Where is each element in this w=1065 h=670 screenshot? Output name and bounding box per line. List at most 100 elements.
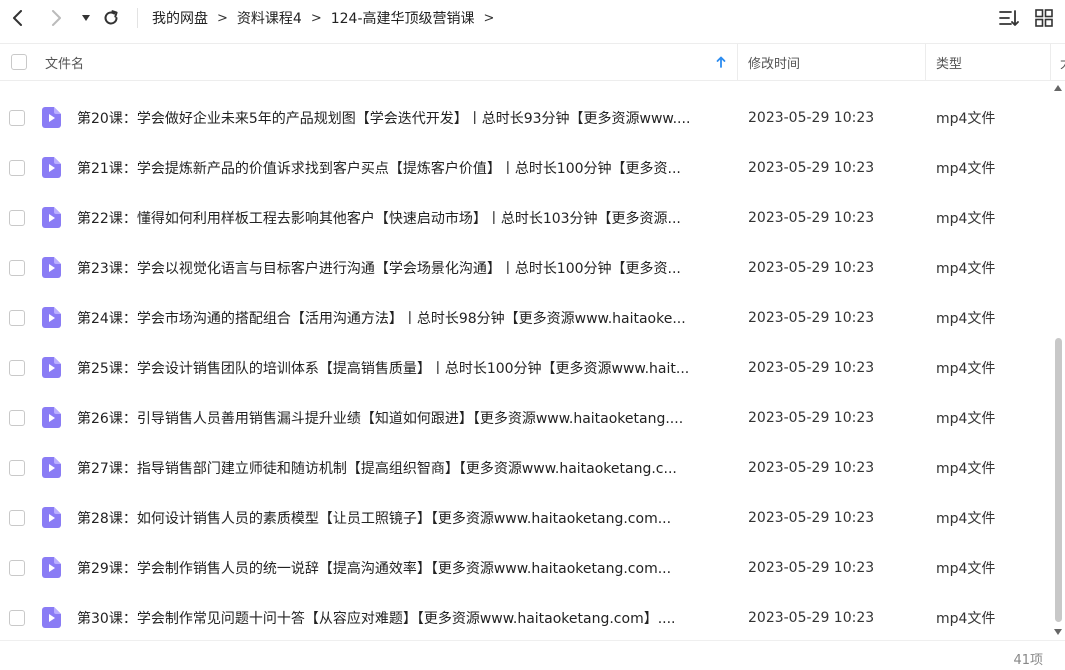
file-row[interactable]: 第21课：学会提炼新产品的价值诉求找到客户买点【提炼客户价值】丨总时长100分钟…	[0, 143, 1050, 193]
refresh-icon	[104, 10, 118, 25]
file-row[interactable]: 第27课：指导销售部门建立师徒和随访机制【提高组织智商】【更多资源www.hai…	[0, 443, 1050, 493]
status-bar: 41项	[0, 640, 1065, 670]
file-row[interactable]: 第26课：引导销售人员善用销售漏斗提升业绩【知道如何跟进】【更多资源www.ha…	[0, 393, 1050, 443]
file-name[interactable]: 第22课：懂得如何利用样板工程去影响其他客户【快速启动市场】丨总时长103分钟【…	[77, 193, 732, 243]
row-checkbox[interactable]	[9, 210, 25, 226]
video-file-icon	[42, 557, 61, 578]
file-row[interactable]: 第24课：学会市场沟通的搭配组合【活用沟通方法】丨总时长98分钟【更多资源www…	[0, 293, 1050, 343]
video-file-icon	[42, 157, 61, 178]
file-modified-time: 2023-05-29 10:23	[748, 360, 875, 376]
file-modified-time: 2023-05-29 10:23	[748, 510, 875, 526]
sort-ascending-indicator[interactable]	[716, 44, 726, 80]
file-modified-time: 2023-05-29 10:23	[748, 460, 875, 476]
row-checkbox[interactable]	[9, 160, 25, 176]
file-name[interactable]: 第26课：引导销售人员善用销售漏斗提升业绩【知道如何跟进】【更多资源www.ha…	[77, 393, 732, 443]
file-name[interactable]: 第20课：学会做好企业未来5年的产品规划图【学会迭代开发】丨总时长93分钟【更多…	[77, 93, 732, 143]
file-type: mp4文件	[936, 261, 996, 277]
row-checkbox[interactable]	[9, 360, 25, 376]
select-all-checkbox[interactable]	[11, 54, 27, 70]
file-type: mp4文件	[936, 561, 996, 577]
sort-menu-button[interactable]	[997, 7, 1021, 29]
refresh-button[interactable]	[99, 6, 123, 30]
row-checkbox[interactable]	[9, 460, 25, 476]
file-modified-time: 2023-05-29 10:23	[748, 260, 875, 276]
caret-down-icon	[1054, 629, 1062, 635]
row-checkbox[interactable]	[9, 410, 25, 426]
breadcrumb-separator: >	[310, 10, 322, 26]
file-type: mp4文件	[936, 411, 996, 427]
file-modified-time: 2023-05-29 10:23	[748, 160, 875, 176]
video-file-icon	[42, 257, 61, 278]
scrollbar-thumb[interactable]	[1055, 338, 1062, 622]
file-name[interactable]: 第25课：学会设计销售团队的培训体系【提高销售质量】丨总时长100分钟【更多资源…	[77, 343, 732, 393]
view-mode-button[interactable]	[1032, 7, 1056, 29]
row-checkbox[interactable]	[9, 610, 25, 626]
grid-view-icon	[1035, 9, 1053, 27]
sort-list-icon	[999, 10, 1019, 26]
column-header-modified[interactable]: 修改时间	[748, 44, 800, 80]
caret-down-icon	[82, 15, 90, 21]
file-name[interactable]: 第30课：学会制作常见问题十问十答【从容应对难题】【更多资源www.haitao…	[77, 593, 732, 643]
column-header-size[interactable]: 大	[1060, 44, 1065, 80]
row-checkbox[interactable]	[9, 260, 25, 276]
video-file-icon	[42, 207, 61, 228]
file-modified-time: 2023-05-29 10:23	[748, 410, 875, 426]
history-dropdown-button[interactable]	[74, 6, 98, 30]
file-name[interactable]: 第29课：学会制作销售人员的统一说辞【提高沟通效率】【更多资源www.haita…	[77, 543, 732, 593]
file-type: mp4文件	[936, 211, 996, 227]
column-divider[interactable]	[1050, 44, 1051, 80]
item-count: 41项	[1013, 653, 1043, 668]
file-modified-time: 2023-05-29 10:23	[748, 310, 875, 326]
back-button[interactable]	[6, 6, 30, 30]
file-row[interactable]: 第22课：懂得如何利用样板工程去影响其他客户【快速启动市场】丨总时长103分钟【…	[0, 193, 1050, 243]
file-name[interactable]: 第28课：如何设计销售人员的素质模型【让员工照镜子】【更多资源www.haita…	[77, 493, 732, 543]
column-divider[interactable]	[925, 44, 926, 80]
video-file-icon	[42, 457, 61, 478]
row-checkbox[interactable]	[9, 560, 25, 576]
file-name[interactable]: 第21课：学会提炼新产品的价值诉求找到客户买点【提炼客户价值】丨总时长100分钟…	[77, 143, 732, 193]
breadcrumb-separator: >	[483, 10, 495, 26]
vertical-scrollbar[interactable]	[1053, 84, 1063, 637]
file-modified-time: 2023-05-29 10:23	[748, 610, 875, 626]
file-type: mp4文件	[936, 161, 996, 177]
video-file-icon	[42, 107, 61, 128]
file-list-header: 文件名 修改时间 类型 大	[0, 43, 1065, 81]
file-row[interactable]: 第20课：学会做好企业未来5年的产品规划图【学会迭代开发】丨总时长93分钟【更多…	[0, 93, 1050, 143]
toolbar: 我的网盘 > 资料课程4 > 124-高建华顶级营销课 >	[0, 0, 1065, 36]
file-type: mp4文件	[936, 111, 996, 127]
file-row[interactable]: 第28课：如何设计销售人员的素质模型【让员工照镜子】【更多资源www.haita…	[0, 493, 1050, 543]
video-file-icon	[42, 607, 61, 628]
breadcrumb-item-root[interactable]: 我的网盘	[152, 8, 208, 28]
file-row[interactable]: 第30课：学会制作常见问题十问十答【从容应对难题】【更多资源www.haitao…	[0, 593, 1050, 643]
column-header-type[interactable]: 类型	[936, 44, 962, 80]
breadcrumb-item-current[interactable]: 124-高建华顶级营销课	[331, 8, 475, 28]
file-row[interactable]: 第25课：学会设计销售团队的培训体系【提高销售质量】丨总时长100分钟【更多资源…	[0, 343, 1050, 393]
file-row[interactable]: 第23课：学会以视觉化语言与目标客户进行沟通【学会场景化沟通】丨总时长100分钟…	[0, 243, 1050, 293]
toolbar-divider	[137, 8, 138, 28]
file-modified-time: 2023-05-29 10:23	[748, 560, 875, 576]
file-type: mp4文件	[936, 361, 996, 377]
file-type: mp4文件	[936, 511, 996, 527]
file-modified-time: 2023-05-29 10:23	[748, 210, 875, 226]
chevron-right-icon	[52, 10, 61, 26]
caret-up-icon	[1054, 85, 1062, 91]
arrow-up-icon	[716, 56, 726, 68]
row-checkbox[interactable]	[9, 110, 25, 126]
file-list: 第20课：学会做好企业未来5年的产品规划图【学会迭代开发】丨总时长93分钟【更多…	[0, 93, 1050, 643]
file-row[interactable]: 第29课：学会制作销售人员的统一说辞【提高沟通效率】【更多资源www.haita…	[0, 543, 1050, 593]
video-file-icon	[42, 307, 61, 328]
row-checkbox[interactable]	[9, 310, 25, 326]
select-all-cell	[11, 44, 27, 80]
file-name[interactable]: 第24课：学会市场沟通的搭配组合【活用沟通方法】丨总时长98分钟【更多资源www…	[77, 293, 732, 343]
forward-button[interactable]	[44, 6, 68, 30]
row-checkbox[interactable]	[9, 510, 25, 526]
column-header-name[interactable]: 文件名	[45, 44, 84, 80]
column-divider[interactable]	[737, 44, 738, 80]
scroll-up-arrow[interactable]	[1054, 84, 1062, 92]
file-type: mp4文件	[936, 461, 996, 477]
scroll-down-arrow[interactable]	[1054, 628, 1062, 636]
breadcrumb-separator: >	[217, 10, 228, 26]
breadcrumb-item-folder[interactable]: 资料课程4	[237, 8, 302, 28]
file-name[interactable]: 第27课：指导销售部门建立师徒和随访机制【提高组织智商】【更多资源www.hai…	[77, 443, 732, 493]
file-name[interactable]: 第23课：学会以视觉化语言与目标客户进行沟通【学会场景化沟通】丨总时长100分钟…	[77, 243, 732, 293]
